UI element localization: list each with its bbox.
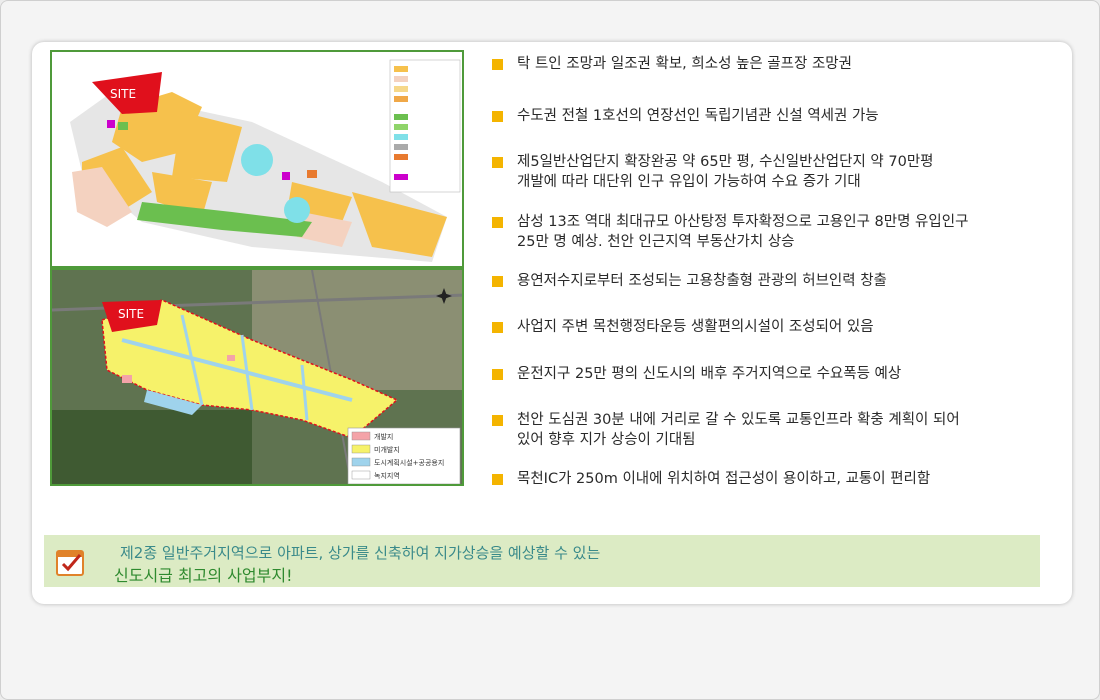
list-item: 목천IC가 250m 이내에 위치하여 접근성이 용이하고, 교통이 편리함 [492, 469, 1052, 489]
list-item-text: 운전지구 25만 평의 신도시의 배후 주거지역으로 수요폭등 예상 [517, 366, 902, 382]
cyan-zone [241, 144, 273, 176]
list-item: 용연저수지로부터 조성되는 고용창출형 관광의 허브인력 창출 [492, 271, 1052, 291]
checklist-icon [56, 550, 84, 576]
list-item-text: 수도권 전철 1호선의 연장선인 독립기념관 신설 역세권 가능 [517, 108, 879, 124]
legend-item: 개발지 [374, 432, 393, 441]
land-use-plan-map: SITE [50, 50, 464, 268]
list-item-text: 탁 트인 조망과 일조권 확보, 희소성 높은 골프장 조망권 [517, 56, 852, 72]
bullet-square-icon [492, 474, 503, 485]
bullet-square-icon [492, 217, 503, 228]
list-item: 삼성 13조 역대 최대규모 아산탕정 투자확정으로 고용인구 8만명 유입인구… [492, 212, 1052, 252]
banner-headline: 신도시급 최고의 사업부지! [114, 566, 293, 585]
list-item-text: 천안 도심권 30분 내에 거리로 갈 수 있도록 교통인프라 확충 계획이 되… [517, 412, 960, 448]
legend-item: 미개발지 [374, 445, 400, 454]
banner-subtitle: 제2종 일반주거지역으로 아파트, 상가를 신축하여 지가상승을 예상할 수 있… [120, 544, 601, 562]
summary-banner: 제2종 일반주거지역으로 아파트, 상가를 신축하여 지가상승을 예상할 수 있… [44, 535, 1040, 587]
legend-item: 도시계획시설+공공용지 [374, 458, 444, 467]
bullet-square-icon [492, 59, 503, 70]
list-item-text: 제5일반산업단지 확장완공 약 65만 평, 수신일반산업단지 약 70만평 개… [517, 154, 934, 190]
bullet-square-icon [492, 111, 503, 122]
list-item-text: 목천IC가 250m 이내에 위치하여 접근성이 용이하고, 교통이 편리함 [517, 471, 931, 487]
bullet-square-icon [492, 276, 503, 287]
cyan-zone [284, 197, 310, 223]
list-item: 천안 도심권 30분 내에 거리로 갈 수 있도록 교통인프라 확충 계획이 되… [492, 410, 1052, 450]
list-item-text: 사업지 주변 목천행정타운등 생활편의시설이 조성되어 있음 [517, 319, 874, 335]
list-item-text: 용연저수지로부터 조성되는 고용창출형 관광의 허브인력 창출 [517, 273, 887, 289]
list-item: 수도권 전철 1호선의 연장선인 독립기념관 신설 역세권 가능 [492, 106, 1052, 126]
site-label-top: SITE [110, 87, 136, 101]
list-item: 제5일반산업단지 확장완공 약 65만 평, 수신일반산업단지 약 70만평 개… [492, 152, 1052, 192]
list-item: 운전지구 25만 평의 신도시의 배후 주거지역으로 수요폭등 예상 [492, 364, 1052, 384]
bullet-square-icon [492, 369, 503, 380]
bullet-square-icon [492, 415, 503, 426]
list-item-text: 삼성 13조 역대 최대규모 아산탕정 투자확정으로 고용인구 8만명 유입인구… [517, 214, 969, 250]
list-item: 사업지 주변 목천행정타운등 생활편의시설이 조성되어 있음 [492, 317, 1052, 337]
site-label-bottom: SITE [118, 307, 144, 321]
list-item: 탁 트인 조망과 일조권 확보, 희소성 높은 골프장 조망권 [492, 54, 1052, 74]
bullet-square-icon [492, 322, 503, 333]
bullet-square-icon [492, 157, 503, 168]
legend-item: 녹지지역 [374, 471, 400, 480]
aerial-photo-map: SITE 개발지 미개발지 도시계획시설+공공용지 녹지지역 [50, 268, 464, 486]
